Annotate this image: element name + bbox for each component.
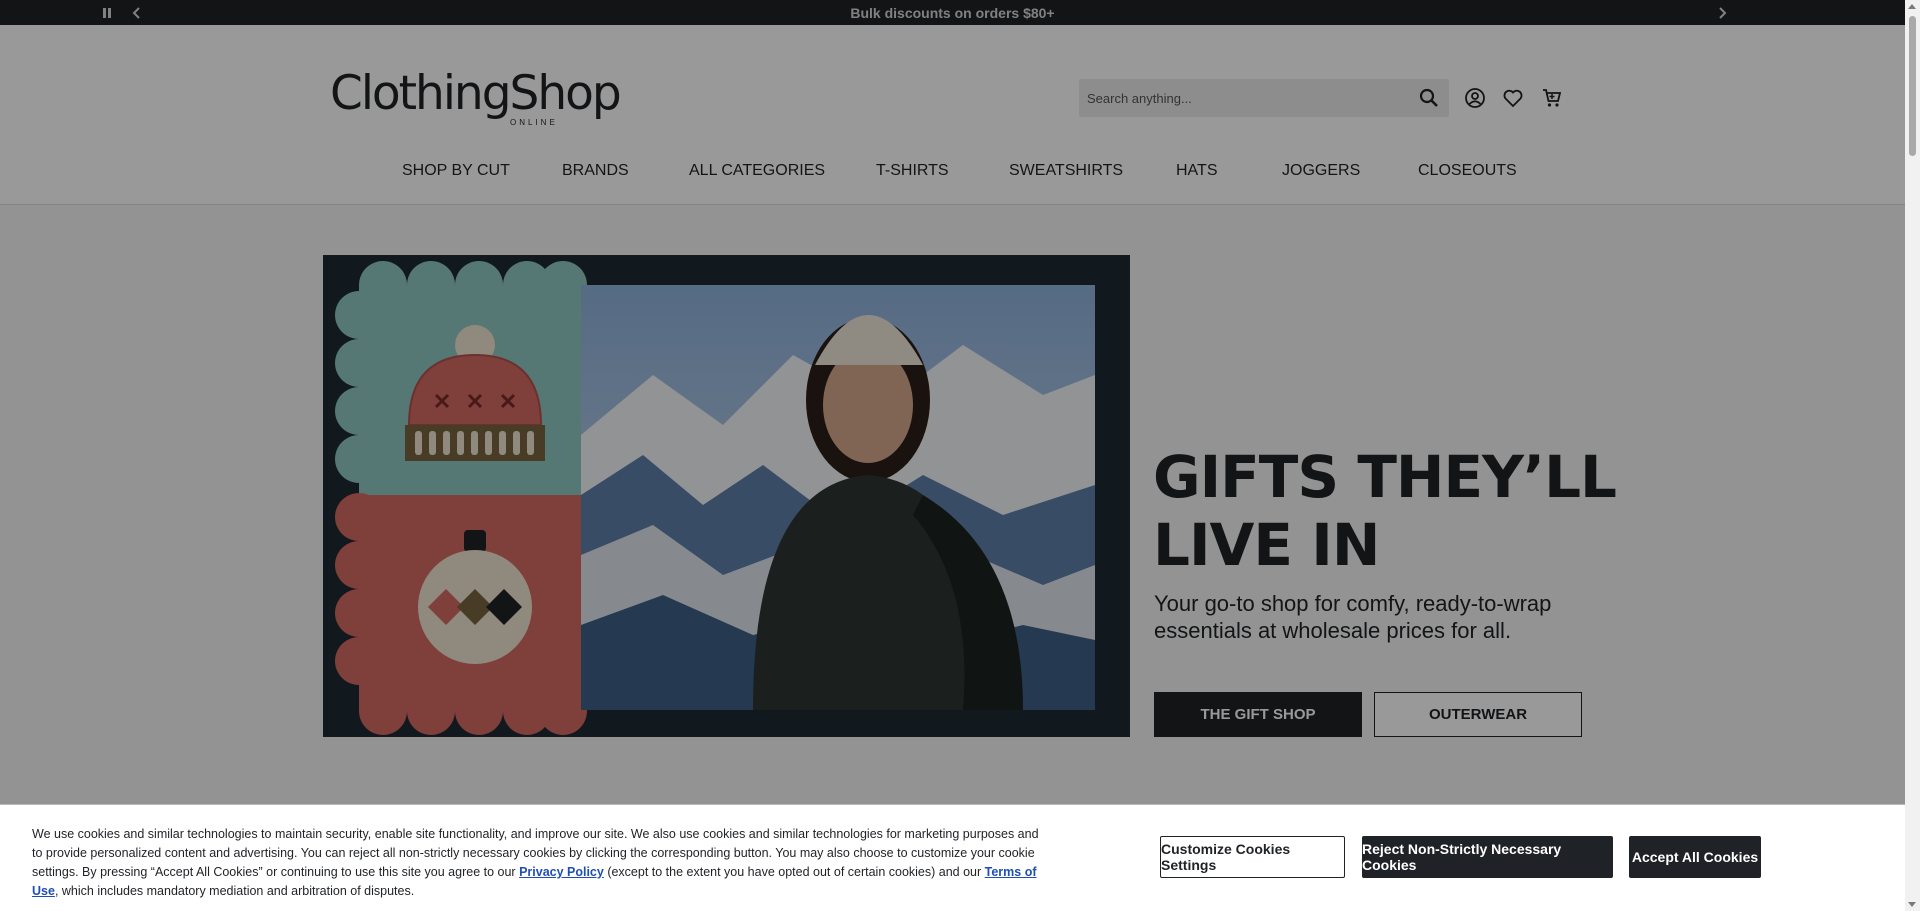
announcement-text[interactable]: Bulk discounts on orders $80+	[850, 5, 1054, 21]
heart-icon[interactable]	[1502, 87, 1524, 109]
nav-brands[interactable]: BRANDS	[562, 162, 629, 180]
scroll-down-arrow-icon[interactable]	[1908, 902, 1916, 907]
site-header: ClothingShop ONLINE SHOP BY CUT BRANDS A…	[0, 25, 1905, 205]
gift-shop-button[interactable]: THE GIFT SHOP	[1154, 692, 1362, 737]
site-logo[interactable]: ClothingShop ONLINE	[330, 66, 622, 150]
cookie-text: We use cookies and similar technologies …	[32, 825, 1052, 901]
hero-title: GIFTS THEY’LL LIVE IN	[1153, 443, 1617, 579]
cookie-text-part-2: (except to the extent you have opted out…	[603, 865, 985, 879]
accept-cookies-button[interactable]: Accept All Cookies	[1629, 836, 1761, 878]
announcement-bar: Bulk discounts on orders $80+	[0, 0, 1905, 25]
nav-t-shirts[interactable]: T-SHIRTS	[876, 162, 949, 180]
nav-shop-by-cut[interactable]: SHOP BY CUT	[402, 162, 510, 180]
privacy-policy-link[interactable]: Privacy Policy	[519, 865, 604, 879]
hero-title-line-2: LIVE IN	[1153, 511, 1380, 579]
page-scrollbar[interactable]	[1905, 0, 1920, 911]
chevron-right-icon[interactable]	[1711, 0, 1733, 25]
hero-image[interactable]	[323, 255, 1130, 737]
outerwear-button[interactable]: OUTERWEAR	[1374, 692, 1582, 737]
nav-hats[interactable]: HATS	[1176, 162, 1217, 180]
customize-cookies-button[interactable]: Customize Cookies Settings	[1160, 836, 1345, 878]
pause-icon[interactable]	[96, 0, 118, 25]
scroll-up-arrow-icon[interactable]	[1908, 4, 1916, 9]
search-input[interactable]	[1079, 79, 1399, 117]
logo-text: ClothingShop	[330, 66, 622, 121]
cookie-banner: We use cookies and similar technologies …	[0, 804, 1905, 911]
nav-sweatshirts[interactable]: SWEATSHIRTS	[1009, 162, 1123, 180]
search-bar	[1079, 79, 1449, 117]
scrollbar-thumb[interactable]	[1909, 16, 1916, 156]
search-icon[interactable]	[1419, 88, 1439, 108]
reject-cookies-button[interactable]: Reject Non-Strictly Necessary Cookies	[1362, 836, 1613, 878]
cart-icon[interactable]	[1541, 87, 1563, 109]
nav-joggers[interactable]: JOGGERS	[1282, 162, 1360, 180]
nav-all-categories[interactable]: ALL CATEGORIES	[689, 162, 825, 180]
nav-closeouts[interactable]: CLOSEOUTS	[1418, 162, 1517, 180]
hero-title-line-1: GIFTS THEY’LL	[1153, 443, 1617, 511]
hero-subtitle: Your go-to shop for comfy, ready-to-wrap…	[1154, 591, 1552, 643]
chevron-left-icon[interactable]	[126, 0, 148, 25]
logo-subtext: ONLINE	[510, 118, 558, 127]
cookie-text-part-3: , which includes mandatory mediation and…	[54, 884, 415, 898]
account-icon[interactable]	[1464, 87, 1486, 109]
